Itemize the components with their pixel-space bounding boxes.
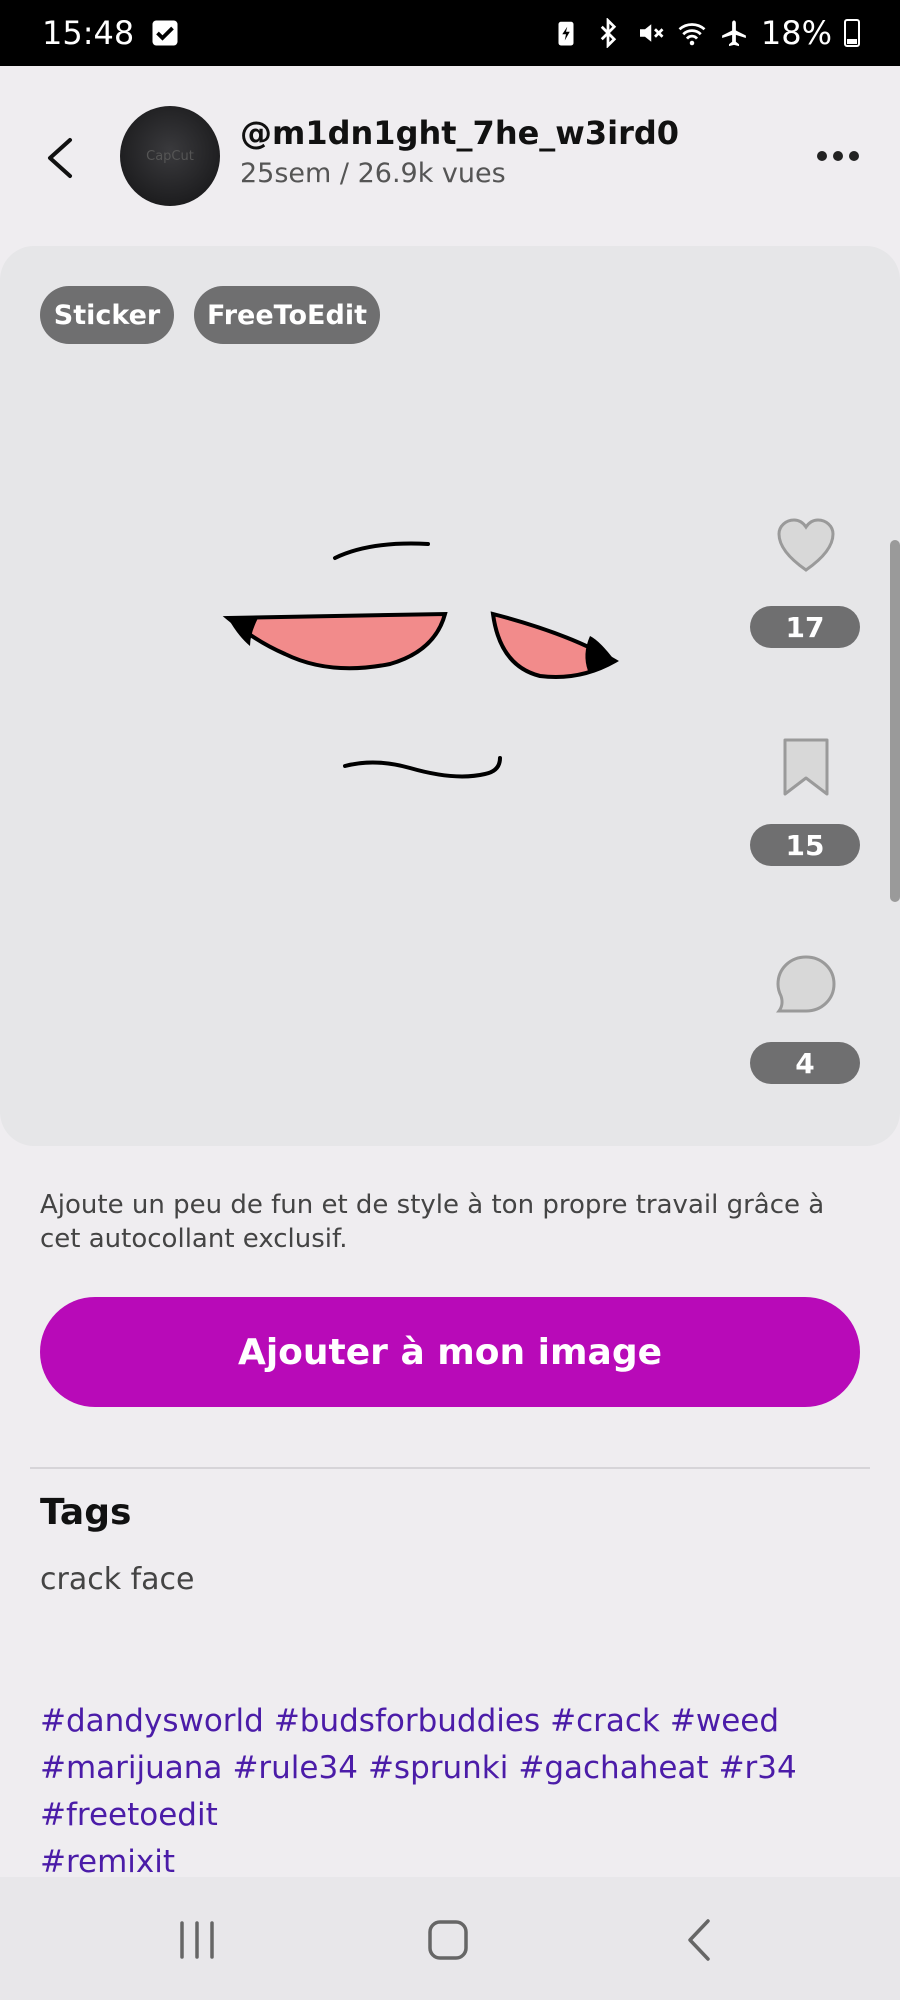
- hashtag-link[interactable]: #rule34: [232, 1750, 358, 1786]
- sticker-description: Ajoute un peu de fun et de style à ton p…: [40, 1190, 825, 1254]
- status-time: 15:48: [42, 14, 135, 52]
- back-arrow-icon[interactable]: [38, 128, 82, 188]
- hashtag-link[interactable]: #remixit: [40, 1844, 175, 1880]
- sticker-preview-card: Sticker FreeToEdit 17 15 4: [0, 246, 900, 1146]
- hashtag-link[interactable]: #budsforbuddies: [274, 1703, 540, 1739]
- hashtag-link[interactable]: #sprunki: [368, 1750, 508, 1786]
- battery-percent: 18%: [760, 14, 832, 52]
- saves-count: 15: [750, 824, 860, 866]
- battery-saver-icon: [558, 21, 574, 46]
- hashtag-link[interactable]: #freetoedit: [40, 1797, 218, 1833]
- hashtag-line: #dandysworld #budsforbuddies #crack #weed: [40, 1698, 860, 1745]
- home-icon[interactable]: [423, 1915, 473, 1965]
- bluetooth-icon: [600, 18, 617, 48]
- mute-icon: [639, 24, 664, 42]
- hashtag-list: #dandysworld #budsforbuddies #crack #weed #…: [40, 1698, 860, 1886]
- hashtag-link[interactable]: #crack: [550, 1703, 660, 1739]
- hashtag-link[interactable]: #weed: [670, 1703, 779, 1739]
- post-header: CapCut @m1dn1ght_7he_w3ird0 25sem / 26.9…: [0, 66, 900, 246]
- heart-icon[interactable]: [773, 514, 839, 580]
- avatar[interactable]: CapCut: [120, 106, 220, 206]
- status-right: 18%: [551, 14, 860, 52]
- bookmark-icon[interactable]: [773, 734, 839, 800]
- more-options-icon[interactable]: [816, 146, 860, 166]
- scrollbar[interactable]: [890, 540, 900, 902]
- hashtag-link[interactable]: #gachaheat: [518, 1750, 708, 1786]
- hashtag-link[interactable]: #dandysworld: [40, 1703, 264, 1739]
- chip-freetoedit[interactable]: FreeToEdit: [194, 286, 380, 344]
- airplane-icon: [722, 20, 746, 47]
- status-bar: 15:48 18%: [0, 0, 900, 66]
- hashtag-link[interactable]: #r34: [719, 1750, 797, 1786]
- system-nav-bar: [0, 1877, 900, 2000]
- comments-count: 4: [750, 1042, 860, 1084]
- nav-back-icon[interactable]: [676, 1915, 726, 1965]
- add-to-image-button[interactable]: Ajouter à mon image: [40, 1297, 860, 1407]
- checkbox-icon: [152, 20, 178, 46]
- tags-heading: Tags: [40, 1492, 132, 1533]
- post-meta: 25sem / 26.9k vues: [240, 158, 506, 189]
- username[interactable]: @m1dn1ght_7he_w3ird0: [240, 114, 679, 152]
- comment-icon[interactable]: [773, 952, 839, 1018]
- avatar-logo-text: CapCut: [146, 148, 194, 164]
- battery-icon: [844, 19, 860, 47]
- divider: [30, 1467, 870, 1469]
- chip-sticker[interactable]: Sticker: [40, 286, 174, 344]
- hashtag-line: #marijuana #rule34 #sprunki #gachaheat #r34: [40, 1745, 860, 1792]
- tags-value: crack face: [40, 1562, 195, 1597]
- recent-apps-icon[interactable]: [172, 1915, 222, 1965]
- hashtag-line: #freetoedit: [40, 1792, 860, 1839]
- hashtag-link[interactable]: #marijuana: [40, 1750, 222, 1786]
- likes-count: 17: [750, 606, 860, 648]
- wifi-icon: [678, 23, 706, 46]
- sticker-image: [222, 541, 619, 779]
- status-left: 15:48: [42, 14, 180, 52]
